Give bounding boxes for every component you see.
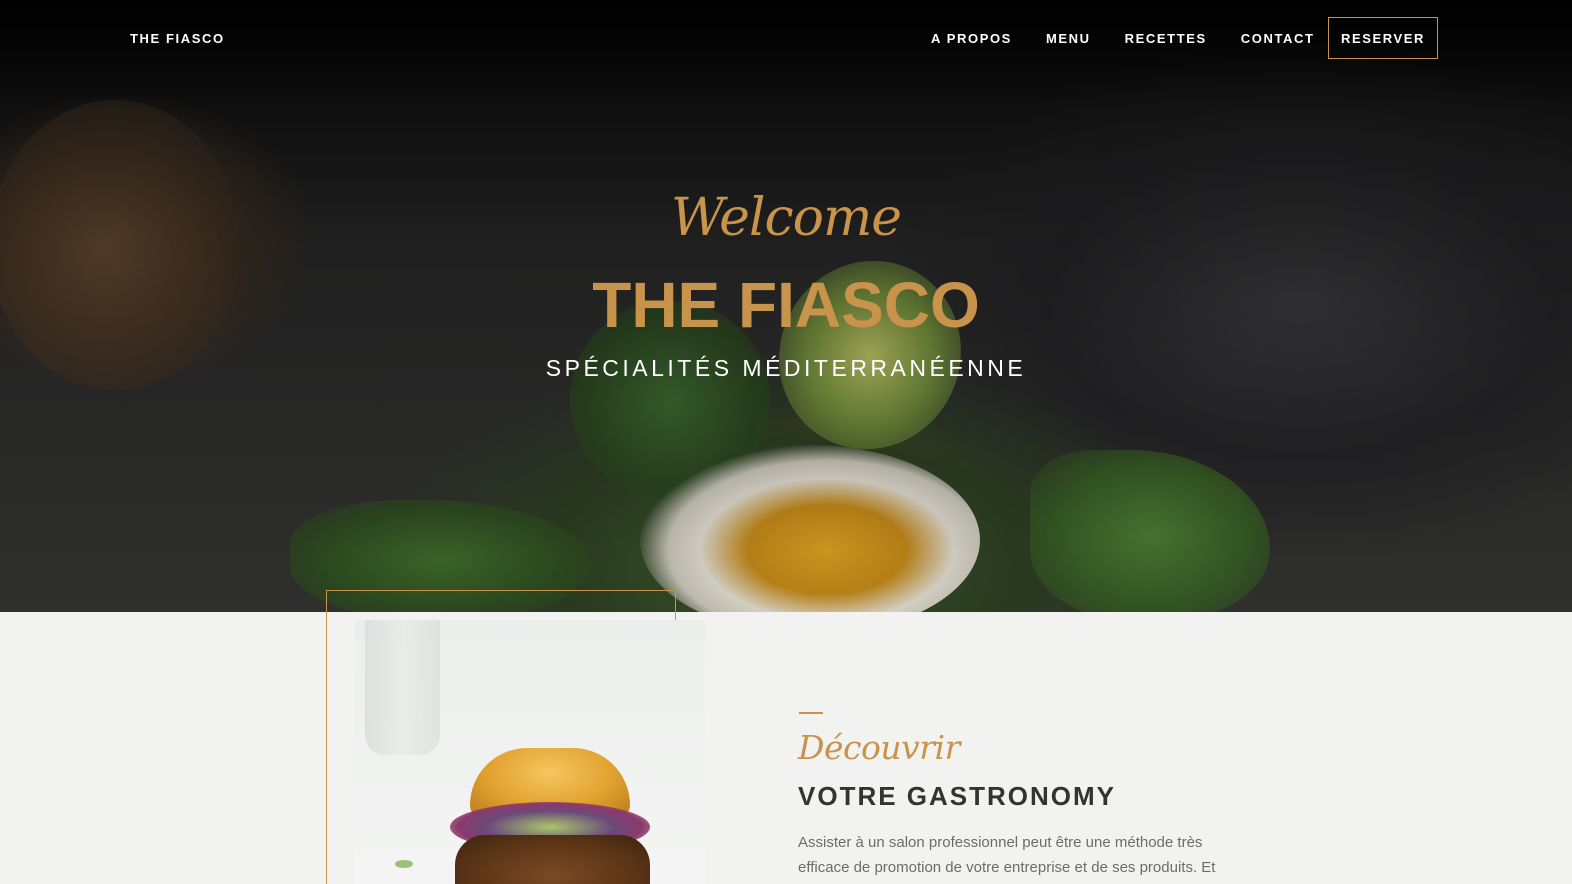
spinach-leaf-decoration: [1030, 450, 1270, 612]
reserve-button[interactable]: RESERVER: [1328, 17, 1438, 59]
nav-link-menu[interactable]: MENU: [1046, 31, 1091, 46]
accent-divider: [799, 712, 823, 714]
top-navigation: THE FIASCO A PROPOS MENU RECETTES CONTAC…: [0, 0, 1572, 78]
hero-subtitle: SPÉCIALITÉS MÉDITERRANÉENNE: [545, 355, 1027, 381]
nav-link-a-propos[interactable]: A PROPOS: [931, 31, 1012, 46]
discover-script-heading: Découvrir: [798, 728, 960, 767]
nav-link-contact[interactable]: CONTACT: [1241, 31, 1315, 46]
egg-decoration: [640, 445, 980, 612]
welcome-script-heading: Welcome: [670, 188, 902, 248]
about-heading: VOTRE GASTRONOMY: [798, 781, 1117, 811]
brand-logo-link[interactable]: THE FIASCO: [130, 31, 225, 46]
burger-photo: [355, 620, 705, 884]
bottle-decoration: [365, 620, 440, 755]
nav-links: A PROPOS MENU RECETTES CONTACT: [931, 31, 1349, 46]
hero-title: THE FIASCO: [592, 269, 980, 341]
nav-link-recettes[interactable]: RECETTES: [1125, 31, 1207, 46]
burger-patty-decoration: [455, 835, 650, 884]
herb-decoration: [395, 860, 413, 868]
about-paragraph: Assister à un salon professionnel peut ê…: [798, 834, 1216, 876]
